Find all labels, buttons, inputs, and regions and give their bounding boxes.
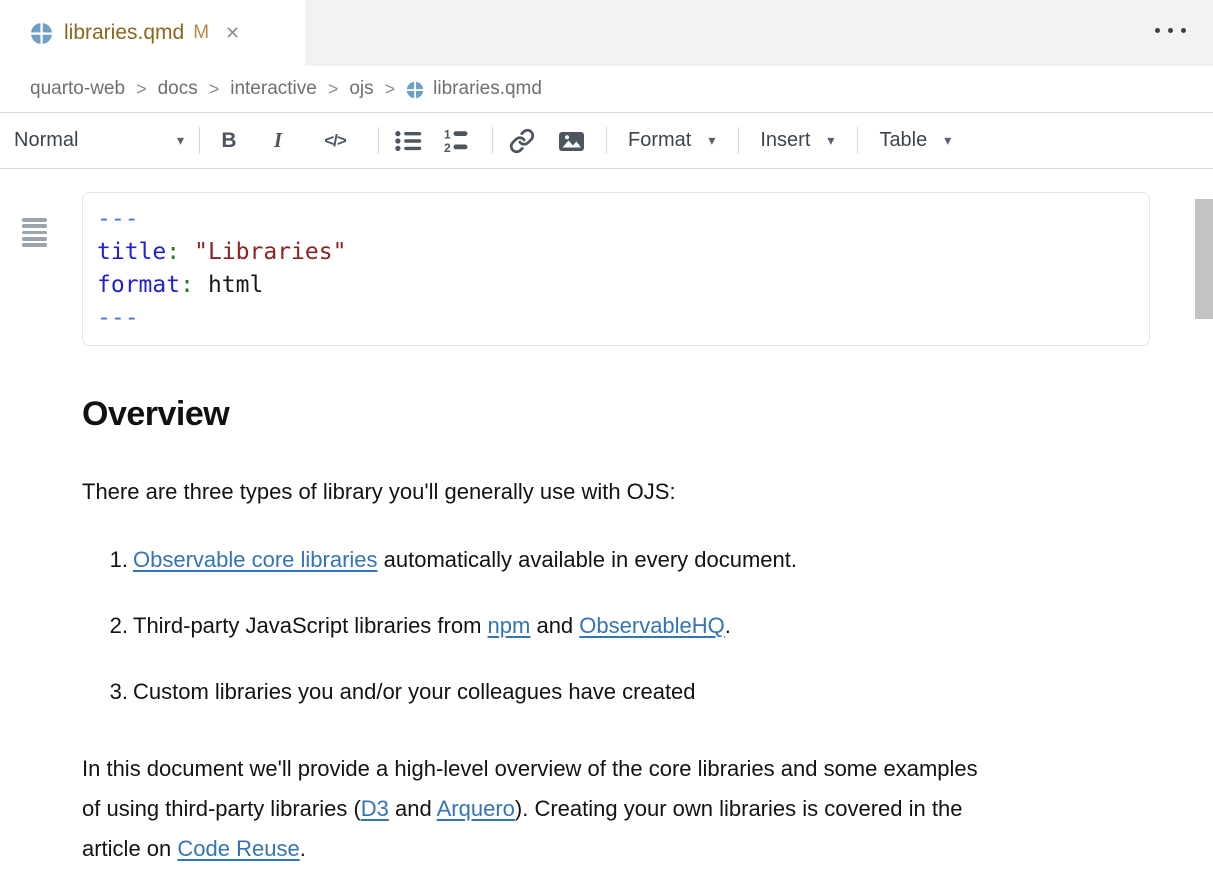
chevron-separator: > [385, 79, 396, 100]
link-arquero[interactable]: Arquero [437, 796, 515, 821]
toolbar-divider [199, 127, 200, 154]
svg-text:2: 2 [444, 141, 451, 153]
link-npm[interactable]: npm [488, 613, 531, 638]
yaml-value-format: html [194, 272, 263, 298]
ordered-list: 1. Observable core libraries automatical… [0, 547, 1213, 705]
breadcrumb: quarto-web > docs > interactive > ojs > … [0, 66, 1213, 113]
scrollbar-thumb[interactable] [1195, 199, 1213, 319]
paragraph-style-value: Normal [14, 129, 78, 152]
toolbar-divider [857, 127, 858, 154]
list-item-number: 2. [0, 613, 128, 639]
tab-title: libraries.qmd [64, 21, 184, 45]
list-item[interactable]: 3. Custom libraries you and/or your coll… [0, 679, 1213, 705]
image-icon [558, 129, 585, 153]
chevron-separator: > [136, 79, 147, 100]
tab-bar: libraries.qmd M ✕ [0, 0, 1213, 66]
yaml-colon: : [166, 239, 180, 265]
yaml-line: format:html [97, 269, 1135, 302]
visual-editor-window: libraries.qmd M ✕ quarto-web > docs > in… [0, 0, 1213, 889]
chevron-separator: > [209, 79, 220, 100]
yaml-colon: : [180, 272, 194, 298]
paragraph-text: and [389, 796, 437, 821]
toolbar-divider [606, 127, 607, 154]
quarto-file-icon [406, 81, 424, 99]
yaml-delimiter: --- [97, 305, 139, 331]
yaml-key-title: title [97, 239, 166, 265]
breadcrumb-item-ojs[interactable]: ojs [349, 78, 373, 100]
modified-badge: M [193, 22, 209, 44]
breadcrumb-item-libraries-qmd[interactable]: libraries.qmd [406, 78, 542, 100]
close-icon[interactable]: ✕ [225, 24, 240, 42]
yaml-line: title:"Libraries" [97, 236, 1135, 269]
list-item-text: Custom libraries you and/or your colleag… [133, 679, 696, 705]
list-item-text: Third-party JavaScript libraries from [133, 613, 488, 638]
ordered-list-button[interactable]: 1 2 [443, 124, 471, 158]
link-d3[interactable]: D3 [361, 796, 389, 821]
link-icon [509, 128, 535, 154]
yaml-metadata-block[interactable]: --- title:"Libraries" format:html --- [82, 192, 1150, 346]
paragraph-text: . [300, 836, 306, 861]
yaml-value-title: "Libraries" [180, 239, 346, 265]
list-item-text: . [725, 613, 731, 638]
bold-button[interactable]: B [215, 124, 243, 158]
intro-paragraph[interactable]: There are three types of library you'll … [82, 479, 1213, 505]
link-observable-core-libraries[interactable]: Observable core libraries [133, 547, 378, 572]
format-menu[interactable]: Format ▾ [622, 129, 721, 152]
list-item-text: and [530, 613, 579, 638]
yaml-delimiter: --- [97, 206, 139, 232]
editor-canvas[interactable]: --- title:"Libraries" format:html --- Ov… [0, 192, 1213, 889]
breadcrumb-item-docs[interactable]: docs [158, 78, 198, 100]
yaml-line: --- [97, 302, 1135, 335]
breadcrumb-item-interactive[interactable]: interactive [230, 78, 317, 100]
link-code-reuse[interactable]: Code Reuse [177, 836, 299, 861]
tab-libraries-qmd[interactable]: libraries.qmd M ✕ [0, 0, 305, 66]
breadcrumb-filename: libraries.qmd [433, 78, 542, 100]
formatting-toolbar: Normal ▾ B I </> 1 2 [0, 113, 1213, 169]
more-actions-button[interactable] [1155, 28, 1186, 33]
breadcrumb-item-quarto-web[interactable]: quarto-web [30, 78, 125, 100]
link-observablehq[interactable]: ObservableHQ [579, 613, 725, 638]
table-menu[interactable]: Table ▾ [873, 129, 957, 152]
format-menu-label: Format [628, 129, 691, 152]
paragraph-style-select[interactable]: Normal ▾ [14, 129, 184, 152]
insert-menu[interactable]: Insert ▾ [754, 129, 840, 152]
chevron-down-icon: ▾ [708, 132, 715, 149]
chevron-down-icon: ▾ [827, 132, 834, 149]
yaml-key-format: format [97, 272, 180, 298]
chevron-down-icon: ▾ [944, 132, 951, 149]
overview-heading[interactable]: Overview [82, 394, 1213, 434]
toolbar-divider [378, 127, 379, 154]
list-item[interactable]: 1. Observable core libraries automatical… [0, 547, 1213, 573]
italic-button[interactable]: I [264, 124, 292, 158]
toolbar-divider [492, 127, 493, 154]
table-menu-label: Table [879, 129, 927, 152]
ellipsis-icon [1155, 28, 1160, 33]
chevron-down-icon: ▾ [177, 132, 184, 149]
drag-handle-icon[interactable] [22, 218, 47, 247]
list-item-number: 3. [0, 679, 128, 705]
quarto-file-icon [30, 22, 53, 45]
chevron-separator: > [328, 79, 339, 100]
svg-text:1: 1 [444, 128, 451, 142]
list-item-text: automatically available in every documen… [378, 547, 797, 572]
bullet-list-button[interactable] [394, 124, 422, 158]
code-button[interactable]: </> [313, 124, 357, 158]
bullet-list-icon [395, 130, 422, 152]
link-button[interactable] [508, 124, 536, 158]
ordered-list-icon: 1 2 [444, 128, 471, 153]
yaml-line: --- [97, 203, 1135, 236]
list-item[interactable]: 2. Third-party JavaScript libraries from… [0, 613, 1213, 639]
insert-menu-label: Insert [760, 129, 810, 152]
toolbar-divider [738, 127, 739, 154]
closing-paragraph[interactable]: In this document we'll provide a high-le… [82, 749, 982, 869]
image-button[interactable] [557, 124, 585, 158]
list-item-number: 1. [0, 547, 128, 573]
